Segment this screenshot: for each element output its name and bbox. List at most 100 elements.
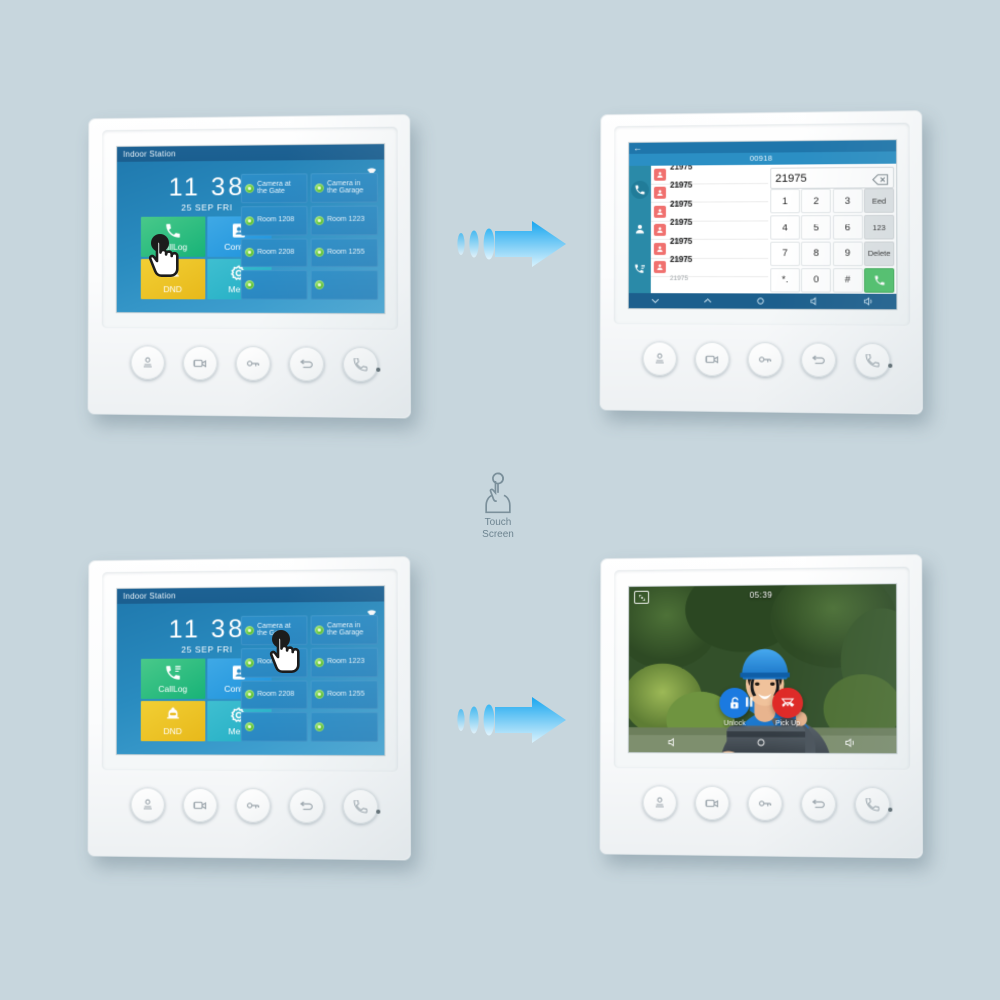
list-item[interactable]: 21975 21975 — [650, 199, 769, 227]
avatar — [653, 224, 666, 237]
hw-monitor-button[interactable] — [642, 785, 677, 820]
chevron-up-icon[interactable] — [702, 295, 713, 306]
hw-video-button[interactable] — [182, 787, 218, 823]
key-8[interactable]: 8 — [801, 241, 832, 267]
home-circle-icon[interactable] — [755, 736, 767, 748]
hw-video-button[interactable] — [694, 785, 730, 821]
room-tile[interactable]: Room 2208 — [240, 237, 308, 268]
key-9[interactable]: 9 — [832, 241, 863, 267]
contact-list[interactable]: 21975 21975 21975 21975 21975 21975 2197… — [650, 164, 769, 294]
hw-call-button[interactable] — [342, 788, 379, 825]
room-tile[interactable]: Room 1255 — [310, 679, 379, 710]
hw-back-button[interactable] — [289, 346, 325, 382]
volume-down-icon[interactable] — [809, 296, 820, 307]
volume-up-icon[interactable] — [863, 296, 874, 307]
room-tile[interactable]: Room 1223 — [310, 647, 379, 677]
dial-input[interactable]: 21975 — [770, 166, 895, 190]
key-2[interactable]: 2 — [801, 188, 832, 214]
device-body: 05:39 Unlock Pick Up — [599, 554, 923, 859]
chevron-down-icon[interactable] — [649, 295, 660, 306]
hw-call-button[interactable] — [854, 786, 891, 823]
hw-back-button[interactable] — [289, 788, 325, 824]
room-tile[interactable] — [240, 270, 308, 300]
hw-call-button[interactable] — [854, 342, 891, 379]
hw-back-button[interactable] — [801, 786, 837, 822]
key-1[interactable]: 1 — [770, 188, 800, 214]
tab-contacts[interactable] — [631, 220, 649, 238]
home-circle-icon[interactable] — [755, 295, 766, 306]
hw-unlock-button[interactable] — [747, 342, 783, 377]
volume-down-icon[interactable] — [666, 736, 678, 748]
hw-unlock-button[interactable] — [747, 786, 783, 821]
video-call-screen: 05:39 Unlock Pick Up — [628, 584, 897, 754]
contact-name: 21975 — [669, 255, 693, 265]
hw-unlock-button[interactable] — [235, 346, 271, 381]
device-top-right: ← 00918 21975 21975 21975 21975 21975 21… — [599, 110, 923, 415]
key-4[interactable]: 4 — [770, 215, 800, 240]
tile-calllog[interactable]: CallLog — [140, 216, 205, 257]
key-call-button[interactable] — [864, 267, 895, 293]
status-dot-icon — [244, 280, 255, 290]
key-star[interactable]: *. — [770, 267, 800, 293]
hw-monitor-button[interactable] — [130, 345, 165, 380]
snapshot-capture-icon[interactable] — [780, 695, 794, 709]
screen-dial-keypad[interactable]: ← 00918 21975 21975 21975 21975 21975 21… — [628, 140, 897, 310]
screen-home-camera[interactable]: Indoor Station 11 38 25 SEP FRI CallLog — [116, 586, 385, 756]
room-tile[interactable] — [310, 270, 379, 300]
screen-video-call[interactable]: 05:39 Unlock Pick Up — [628, 584, 897, 754]
touch-hand-icon — [485, 472, 511, 514]
hw-call-button[interactable] — [342, 346, 379, 383]
list-item[interactable]: 21975 21975 — [650, 218, 769, 245]
room-tile[interactable] — [240, 712, 308, 742]
hw-monitor-button[interactable] — [642, 341, 677, 376]
flow-arrow-bottom — [455, 694, 570, 746]
arrow-left-icon[interactable]: ← — [633, 143, 642, 154]
pause-icon[interactable] — [742, 695, 756, 709]
backspace-icon[interactable] — [872, 172, 889, 183]
hw-video-button[interactable] — [182, 345, 218, 381]
tile-calllog[interactable]: CallLog — [140, 658, 205, 699]
key-eed[interactable]: Eed — [864, 188, 895, 214]
key-3[interactable]: 3 — [832, 188, 863, 214]
key-7[interactable]: 7 — [770, 241, 800, 267]
volume-up-icon[interactable] — [845, 737, 857, 749]
room-tile[interactable]: Camera at the Gate — [240, 615, 308, 645]
room-tile[interactable]: Room 1223 — [310, 205, 379, 235]
screen-bezel: Indoor Station 11 38 25 SEP FRI CallLog — [101, 126, 399, 330]
hw-back-button[interactable] — [801, 342, 837, 378]
status-dot-icon — [244, 248, 255, 258]
room-tile[interactable]: Camera in the Garage — [310, 614, 378, 645]
room-tile[interactable]: Room 1208 — [240, 647, 308, 678]
tab-dial[interactable] — [630, 180, 649, 199]
hw-video-button[interactable] — [694, 341, 730, 377]
key-5[interactable]: 5 — [801, 214, 832, 240]
hw-monitor-button[interactable] — [130, 787, 165, 822]
list-item[interactable]: 21975 21975 — [650, 255, 769, 282]
tab-call-history[interactable] — [631, 260, 649, 278]
list-item[interactable]: 21975 21975 — [650, 237, 769, 264]
key-123[interactable]: 123 — [864, 214, 895, 240]
tile-dnd[interactable]: DND — [140, 700, 205, 742]
call-history-icon — [635, 264, 645, 274]
screen-home-calllog[interactable]: Indoor Station 11 38 25 SEP FRI CallLog — [116, 144, 385, 314]
room-tile[interactable]: Camera in the Garage — [310, 172, 378, 203]
avatar — [653, 186, 667, 200]
key-hash[interactable]: # — [832, 267, 863, 293]
room-label: Room 1223 — [327, 658, 365, 666]
dial-pad-panel: 21975 1 2 3 Eed 4 5 6 123 7 8 9 Delete *… — [770, 166, 895, 293]
list-item[interactable]: 21975 21975 — [650, 181, 769, 208]
room-tile[interactable]: Room 2208 — [240, 679, 308, 710]
list-item[interactable]: 21975 21975 — [650, 164, 769, 189]
status-dot-icon — [244, 690, 255, 700]
room-tile[interactable] — [310, 712, 379, 742]
status-dot-icon — [244, 183, 255, 193]
room-tile[interactable]: Room 1255 — [310, 237, 379, 268]
tile-dnd[interactable]: DND — [140, 258, 205, 300]
key-delete[interactable]: Delete — [864, 241, 895, 267]
room-tile[interactable]: Camera at the Gate — [240, 173, 308, 203]
scene: Indoor Station 11 38 25 SEP FRI CallLog — [0, 0, 1000, 1000]
key-0[interactable]: 0 — [801, 267, 832, 293]
key-6[interactable]: 6 — [832, 214, 863, 240]
room-tile[interactable]: Room 1208 — [240, 205, 308, 236]
hw-unlock-button[interactable] — [235, 788, 271, 823]
